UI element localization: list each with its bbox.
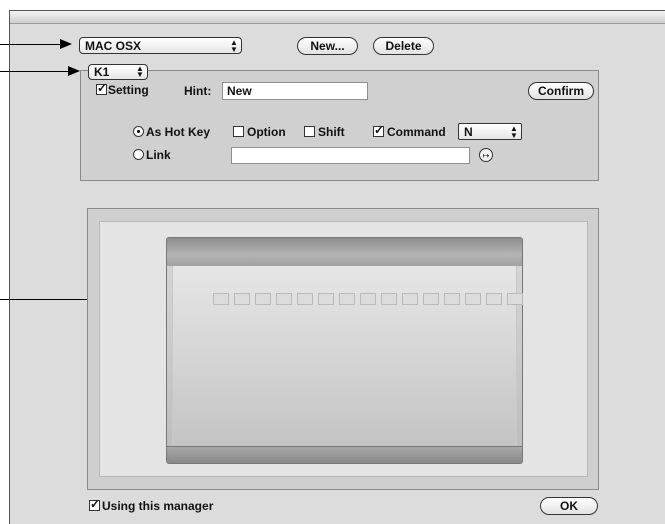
callout-arrowhead-key (68, 66, 80, 76)
led-indicator (297, 293, 313, 305)
shift-checkbox[interactable] (304, 126, 315, 137)
led-indicator (507, 293, 523, 305)
key-select[interactable]: K1 ▲ ▼ (88, 64, 148, 80)
profile-select-value: MAC OSX (85, 39, 142, 53)
link-go-icon[interactable]: ↦ (479, 148, 493, 162)
delete-button[interactable]: Delete (373, 37, 434, 55)
led-indicator (402, 293, 418, 305)
led-indicator (360, 293, 376, 305)
key-select-value: K1 (94, 65, 110, 79)
callout-arrowhead-profile (60, 39, 72, 49)
shift-label: Shift (318, 125, 345, 139)
title-bar (10, 11, 665, 24)
command-checkbox[interactable] (373, 123, 384, 137)
callout-line-key (0, 71, 70, 72)
hotkey-key-select[interactable]: N ▲ ▼ (458, 123, 522, 140)
led-indicator (339, 293, 355, 305)
device-top-bar (167, 238, 522, 266)
led-indicator (318, 293, 334, 305)
led-indicator (381, 293, 397, 305)
new-button[interactable]: New... (297, 37, 358, 55)
updown-arrows-icon: ▲ ▼ (136, 64, 144, 79)
hotkey-radio[interactable] (133, 126, 144, 137)
profile-select[interactable]: MAC OSX ▲ ▼ (79, 37, 242, 54)
link-radio[interactable] (133, 149, 144, 160)
option-label: Option (247, 125, 286, 139)
hint-label: Hint: (184, 84, 212, 98)
hint-input[interactable]: New (222, 82, 368, 100)
link-input[interactable] (231, 147, 470, 164)
setting-checkbox[interactable] (96, 81, 107, 95)
using-manager-label: Using this manager (102, 499, 214, 513)
callout-line-profile (0, 44, 62, 45)
updown-arrows-icon: ▲ ▼ (230, 38, 238, 54)
command-label: Command (387, 125, 446, 139)
led-indicator (465, 293, 481, 305)
device-bottom-bar (167, 446, 522, 463)
led-indicator (213, 293, 229, 305)
led-indicator (486, 293, 502, 305)
led-indicator (276, 293, 292, 305)
hotkey-key-value: N (464, 125, 473, 139)
confirm-button[interactable]: Confirm (528, 82, 594, 100)
led-indicator (423, 293, 439, 305)
led-indicator (234, 293, 250, 305)
led-row (213, 293, 523, 305)
option-checkbox[interactable] (233, 126, 244, 137)
ok-button[interactable]: OK (540, 497, 598, 515)
hotkey-radio-label: As Hot Key (146, 125, 211, 139)
setting-label: Setting (108, 83, 149, 97)
updown-arrows-icon: ▲ ▼ (510, 124, 518, 140)
link-radio-label: Link (146, 148, 171, 162)
led-indicator (255, 293, 271, 305)
led-indicator (444, 293, 460, 305)
using-manager-checkbox[interactable] (89, 497, 100, 511)
